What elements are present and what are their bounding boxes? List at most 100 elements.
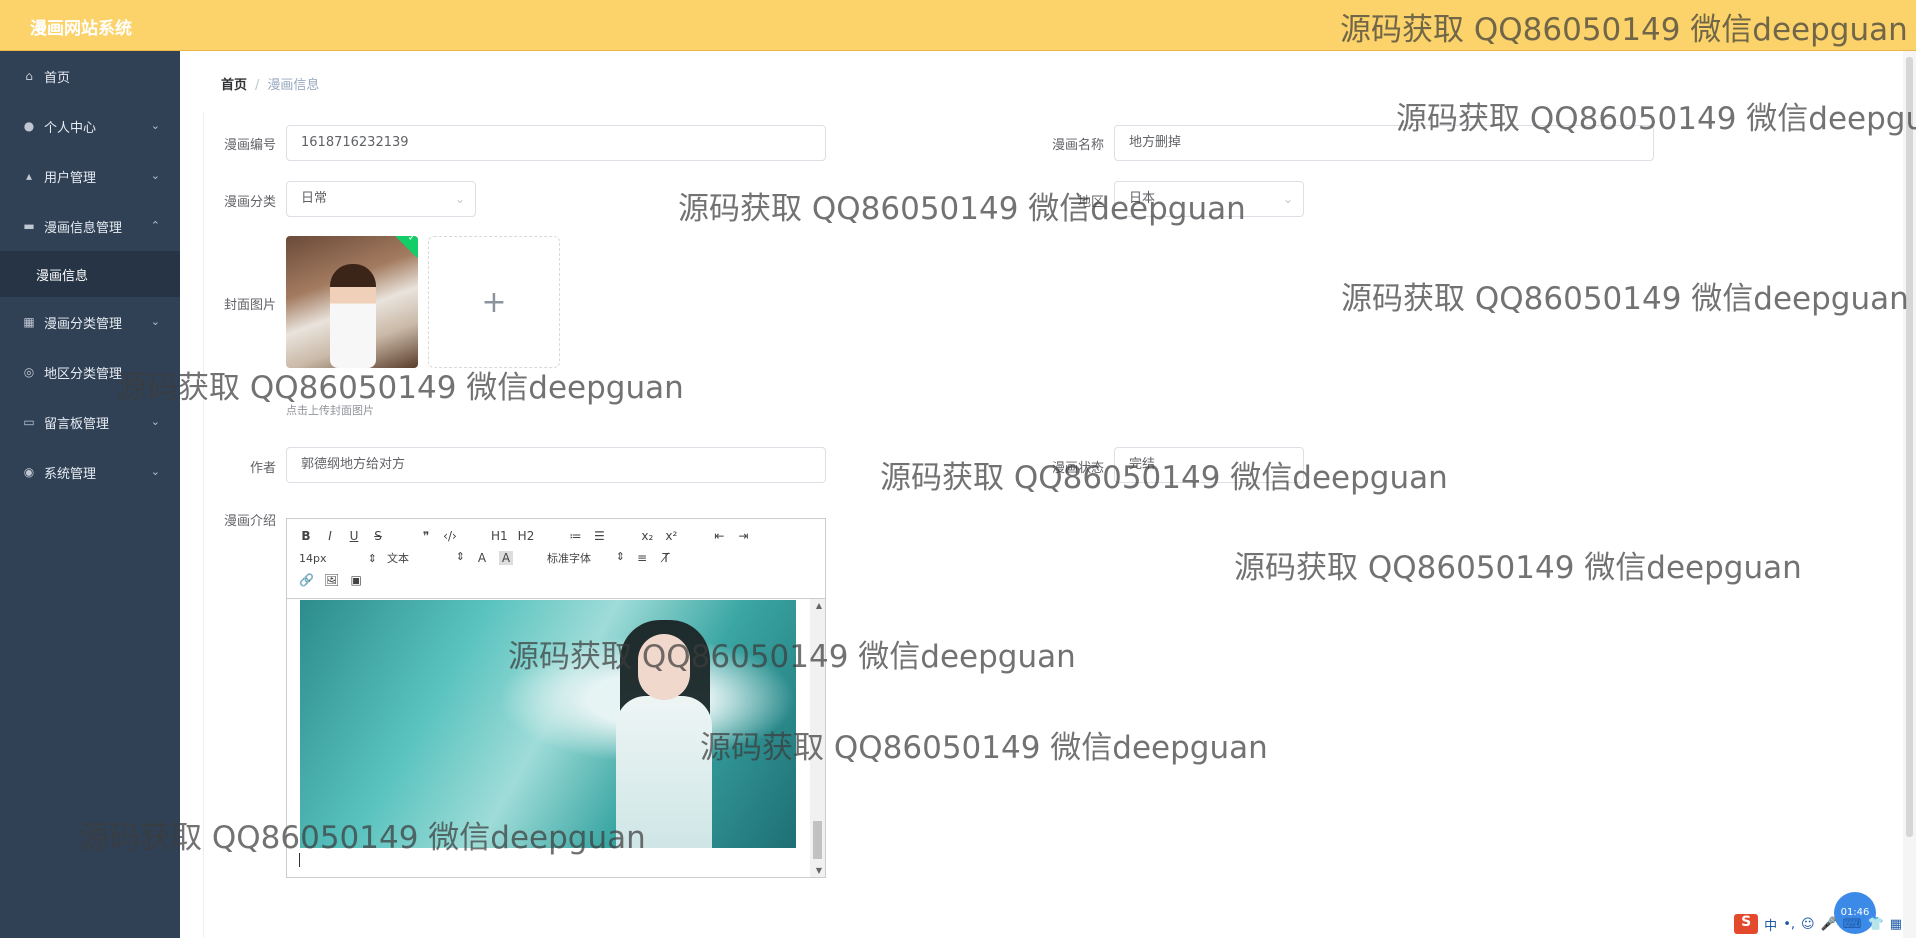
editor-embedded-image (300, 600, 796, 848)
cover-image-thumbnail[interactable]: ✓ (286, 236, 418, 368)
toolbar-row-formatting: B I U S ❞ ‹/› H1 H2 ≔ ☰ x₂ x² ⇤ ⇥ (299, 525, 813, 547)
sidebar-item-region-mgmt[interactable]: ◎ 地区分类管理 (0, 347, 180, 397)
cover-upload-button[interactable]: + (428, 236, 560, 368)
grid-icon: ▦ (23, 315, 35, 329)
editor-content[interactable]: ▲ ▼ (287, 599, 825, 877)
superscript-button[interactable]: x² (664, 529, 678, 543)
sidebar-item-home[interactable]: ⌂ 首页 (0, 51, 180, 101)
sidebar-subitem-comic-info[interactable]: 漫画信息 (0, 251, 180, 297)
code-button[interactable]: ‹/› (443, 529, 457, 543)
ime-toolbar: S 中 •, ☺ 🎤 ⌨ 👕 ▦ (1734, 914, 1902, 934)
microphone-icon[interactable]: 🎤 (1821, 917, 1837, 932)
category-label: 漫画分类 (223, 195, 276, 210)
users-icon: ▴ (25, 169, 33, 183)
punctuation-icon[interactable]: •, (1783, 917, 1795, 932)
sidebar-item-system[interactable]: ◉ 系统管理 ⌄ (0, 447, 180, 497)
breadcrumb-current: 漫画信息 (267, 78, 320, 93)
briefcase-icon: ▬ (23, 219, 35, 233)
editor-scrollbar-thumb[interactable] (813, 821, 822, 859)
breadcrumb-home[interactable]: 首页 (221, 78, 247, 93)
h1-button[interactable]: H1 (491, 529, 508, 543)
status-label: 漫画状态 (1051, 461, 1104, 476)
category-value: 日常 (301, 191, 328, 206)
align-icon[interactable]: ≡ (635, 551, 649, 565)
sidebar-item-message-board[interactable]: ▭ 留言板管理 ⌄ (0, 397, 180, 447)
updown-icon: ⇕ (455, 550, 465, 563)
quote-button[interactable]: ❞ (419, 529, 433, 543)
sidebar-item-profile[interactable]: ● 个人中心 ⌄ (0, 101, 180, 151)
cover-image-figure (330, 264, 376, 368)
underline-button[interactable]: U (347, 529, 361, 543)
text-caret (299, 853, 300, 867)
background-color-icon[interactable]: A (499, 551, 513, 565)
font-family-select[interactable]: 标准字体 ⇕ (547, 550, 625, 566)
bold-button[interactable]: B (299, 529, 313, 543)
intro-label: 漫画介绍 (223, 514, 276, 529)
category-select[interactable]: 日常 ⌄ (286, 181, 476, 217)
chevron-down-icon: ⌄ (454, 192, 465, 206)
toolbar-row-fonts: 14px ⇕ 文本 ⇕ A A 标准字体 ⇕ ≡ T̸ (299, 547, 813, 569)
chevron-down-icon: ⌄ (1282, 192, 1293, 206)
sidebar-item-users[interactable]: ▴ 用户管理 ⌄ (0, 151, 180, 201)
cover-label: 封面图片 (223, 298, 276, 313)
image-figure-face (638, 634, 690, 700)
bullet-list-button[interactable]: ☰ (592, 529, 606, 543)
top-header: 漫画网站系统 (0, 0, 1916, 51)
plus-icon: + (481, 284, 507, 320)
sidebar-item-label: 漫画信息 (36, 268, 89, 284)
chevron-down-icon: ⌄ (150, 119, 160, 132)
page-scrollbar-thumb[interactable] (1906, 57, 1913, 837)
breadcrumb: 首页 / 漫画信息 (221, 74, 319, 93)
strike-button[interactable]: S (371, 529, 385, 543)
page-scrollbar[interactable] (1903, 51, 1916, 938)
link-icon[interactable]: 🔗 (299, 573, 314, 587)
sidebar-item-label: 用户管理 (44, 170, 97, 186)
italic-button[interactable]: I (323, 529, 337, 543)
comic-name-input[interactable]: 地方删掉 (1114, 125, 1654, 161)
font-size-value: 14px (299, 551, 327, 565)
font-family-value: 标准字体 (547, 552, 591, 565)
comic-id-input[interactable]: 1618716232139 (286, 125, 826, 161)
sidebar-item-category-mgmt[interactable]: ▦ 漫画分类管理 ⌄ (0, 297, 180, 347)
scroll-up-icon[interactable]: ▲ (816, 601, 822, 610)
h2-button[interactable]: H2 (518, 529, 535, 543)
scroll-down-icon[interactable]: ▼ (816, 866, 822, 875)
chevron-up-icon: ⌃ (150, 219, 160, 232)
status-select[interactable]: 完结 (1114, 447, 1304, 483)
skin-icon[interactable]: 👕 (1868, 917, 1884, 932)
keyboard-icon[interactable]: ⌨ (1843, 917, 1862, 932)
sidebar-item-label: 首页 (44, 70, 71, 86)
video-icon[interactable]: ▣ (349, 573, 363, 587)
clear-format-icon[interactable]: T̸ (659, 551, 673, 565)
region-label: 地区 (1077, 195, 1104, 210)
monitor-icon: ▭ (23, 415, 35, 429)
sidebar-item-comic-info-mgmt[interactable]: ▬ 漫画信息管理 ⌃ (0, 201, 180, 251)
ordered-list-button[interactable]: ≔ (568, 529, 582, 543)
app-title: 漫画网站系统 (30, 19, 132, 39)
grid-menu-icon[interactable]: ▦ (1890, 917, 1902, 932)
ime-language[interactable]: 中 (1764, 915, 1777, 934)
home-icon: ⌂ (25, 69, 33, 83)
region-select[interactable]: 日本 ⌄ (1114, 181, 1304, 217)
compass-icon: ◎ (23, 365, 35, 379)
author-label: 作者 (249, 461, 276, 476)
editor-scrollbar[interactable]: ▲ ▼ (810, 599, 825, 877)
pin-icon: ◉ (23, 465, 35, 479)
author-input[interactable]: 郭德纲地方给对方 (286, 447, 826, 483)
updown-icon: ⇕ (615, 550, 625, 563)
rich-text-editor: B I U S ❞ ‹/› H1 H2 ≔ ☰ x₂ x² ⇤ ⇥ 14px ⇕ … (286, 518, 826, 878)
chevron-down-icon: ⌄ (150, 415, 160, 428)
emoji-icon[interactable]: ☺ (1801, 917, 1815, 932)
chevron-down-icon: ⌄ (150, 169, 160, 182)
comic-name-label: 漫画名称 (1051, 138, 1104, 153)
font-size-select[interactable]: 14px ⇕ (299, 552, 377, 565)
sidebar-item-label: 个人中心 (44, 120, 97, 136)
sogou-logo-icon[interactable]: S (1734, 914, 1759, 934)
text-type-select[interactable]: 文本 ⇕ (387, 550, 465, 566)
outdent-button[interactable]: ⇤ (712, 529, 726, 543)
indent-button[interactable]: ⇥ (736, 529, 750, 543)
image-icon[interactable]: 🖼 (324, 573, 339, 587)
chevron-down-icon: ⌄ (150, 465, 160, 478)
font-color-icon[interactable]: A (475, 551, 489, 565)
subscript-button[interactable]: x₂ (640, 529, 654, 543)
